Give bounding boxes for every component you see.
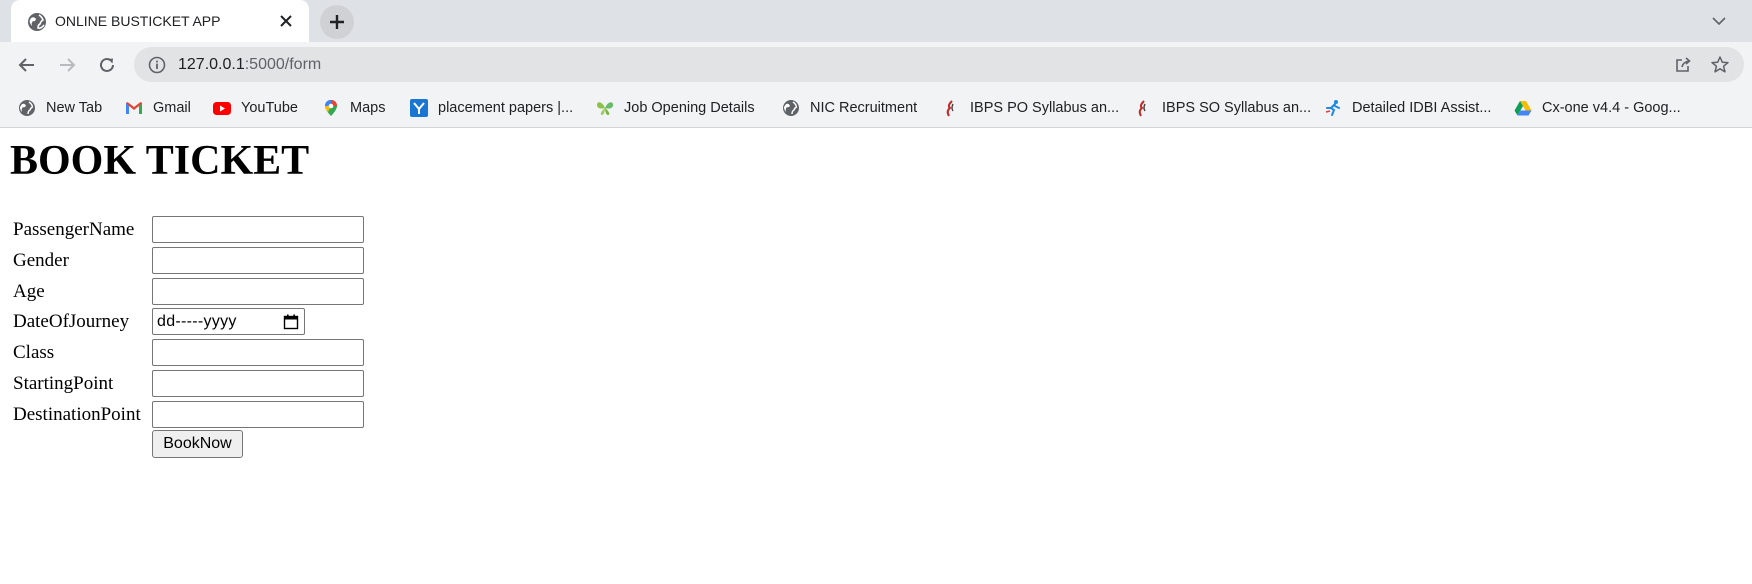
field-label: StartingPoint	[13, 373, 114, 394]
bookmark-detailed-idbi[interactable]: Detailed IDBI Assist...	[1324, 96, 1491, 120]
reload-button[interactable]	[93, 51, 121, 79]
ibps-icon	[946, 100, 954, 117]
bookmark-maps[interactable]: Maps	[322, 96, 385, 120]
date-of-journey-input[interactable]: dd-----yyyy	[152, 308, 305, 335]
page-content: BOOK TICKET PassengerName Gender Age Dat…	[0, 128, 1752, 584]
bookmark-job-opening-details[interactable]: Job Opening Details	[596, 96, 755, 120]
url-text: 127.0.0.1:5000/form	[178, 56, 322, 73]
bookmark-new-tab[interactable]: New Tab	[18, 96, 102, 120]
field-label: Age	[13, 281, 45, 302]
address-bar[interactable]: 127.0.0.1:5000/form	[134, 47, 1744, 82]
browser-tab[interactable]: ONLINE BUSTICKET APP	[11, 0, 309, 42]
maps-pin-icon	[325, 100, 337, 116]
starting-point-input[interactable]	[152, 370, 364, 397]
page-title: BOOK TICKET	[10, 138, 310, 184]
field-label: Class	[13, 342, 55, 363]
field-label: PassengerName	[13, 219, 135, 240]
calendar-icon[interactable]	[283, 314, 299, 330]
forward-button[interactable]	[53, 51, 81, 79]
butterfly-icon	[597, 102, 613, 115]
gender-input[interactable]	[152, 247, 364, 274]
bookmark-ibps-so-syllabus[interactable]: IBPS SO Syllabus an...	[1134, 96, 1311, 120]
arrow-left-icon	[18, 58, 34, 72]
google-drive-icon	[1514, 101, 1532, 116]
ibps-icon	[1138, 100, 1146, 117]
arrow-right-icon	[60, 58, 76, 72]
bookmarks-bar: New Tab Gmail YouTube Maps placement pap…	[0, 88, 1752, 128]
back-button[interactable]	[13, 51, 41, 79]
class-input[interactable]	[152, 339, 364, 366]
field-label: Gender	[13, 250, 69, 271]
field-label: DateOfJourney	[13, 311, 130, 332]
close-icon[interactable]	[278, 13, 294, 29]
star-icon[interactable]	[1710, 55, 1730, 75]
field-label: DestinationPoint	[13, 404, 141, 425]
globe-icon	[783, 100, 799, 116]
share-icon[interactable]	[1673, 55, 1693, 75]
bookmark-ibps-po-syllabus[interactable]: IBPS PO Syllabus an...	[942, 96, 1119, 120]
reload-icon	[100, 57, 114, 72]
destination-point-input[interactable]	[152, 401, 364, 428]
y-logo-icon	[410, 99, 428, 117]
new-tab-button[interactable]	[320, 5, 354, 39]
passenger-name-input[interactable]	[152, 216, 364, 243]
runner-icon	[1325, 100, 1340, 116]
gmail-icon	[126, 102, 142, 114]
tab-strip: ONLINE BUSTICKET APP	[0, 0, 1752, 42]
tab-title: ONLINE BUSTICKET APP	[55, 13, 221, 29]
chrome-icon	[19, 100, 35, 116]
info-icon[interactable]	[148, 56, 166, 74]
browser-toolbar: 127.0.0.1:5000/form	[0, 42, 1752, 88]
bookmark-youtube[interactable]: YouTube	[213, 96, 298, 120]
bookmark-nic-recruitment[interactable]: NIC Recruitment	[782, 96, 917, 120]
bookmark-placement-papers[interactable]: placement papers |...	[410, 96, 573, 120]
bookmark-gmail[interactable]: Gmail	[125, 96, 191, 120]
book-now-button[interactable]: BookNow	[152, 430, 243, 458]
date-placeholder: dd-----yyyy	[157, 313, 237, 330]
chevron-down-icon[interactable]	[1708, 10, 1730, 32]
youtube-icon	[213, 102, 231, 115]
age-input[interactable]	[152, 278, 364, 305]
bookmark-cx-one[interactable]: Cx-one v4.4 - Goog...	[1514, 96, 1681, 120]
globe-icon	[28, 13, 46, 31]
plus-icon	[330, 15, 344, 29]
